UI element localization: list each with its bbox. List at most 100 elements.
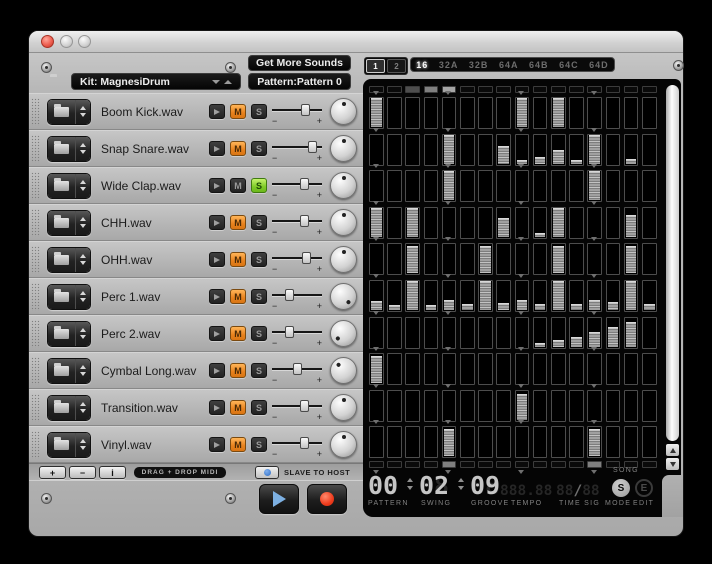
step-cell[interactable] xyxy=(496,353,511,385)
step-cell[interactable] xyxy=(606,390,621,422)
slider-thumb[interactable] xyxy=(300,400,309,412)
step-cell[interactable] xyxy=(405,426,420,458)
pattern-stepper[interactable] xyxy=(407,478,413,490)
step-cell[interactable] xyxy=(569,353,584,385)
drag-grip[interactable] xyxy=(31,394,40,422)
step-cell[interactable] xyxy=(515,97,530,129)
step-cell[interactable] xyxy=(533,426,548,458)
preview-button[interactable] xyxy=(209,178,225,193)
step-cell[interactable] xyxy=(387,390,402,422)
step-cell[interactable] xyxy=(478,207,493,239)
step-cell[interactable] xyxy=(533,353,548,385)
sample-stepper[interactable] xyxy=(75,137,90,161)
step-cell[interactable] xyxy=(496,243,511,275)
preview-button[interactable] xyxy=(209,215,225,230)
slider-thumb[interactable] xyxy=(300,178,309,190)
step-cell[interactable] xyxy=(460,134,475,166)
step-cell[interactable] xyxy=(551,97,566,129)
sample-stepper[interactable] xyxy=(75,396,90,420)
step-cell[interactable] xyxy=(387,243,402,275)
step-cell[interactable] xyxy=(369,243,384,275)
level-slider[interactable]: −+ xyxy=(272,99,322,125)
folder-button[interactable] xyxy=(48,100,75,124)
step-cell[interactable] xyxy=(642,426,657,458)
pattern-page-2[interactable]: 2 xyxy=(387,59,406,73)
step-cell[interactable] xyxy=(551,390,566,422)
slave-to-host-toggle[interactable] xyxy=(255,466,279,479)
step-cell[interactable] xyxy=(387,97,402,129)
preview-button[interactable] xyxy=(209,363,225,378)
add-track-button[interactable]: + xyxy=(39,466,66,479)
step-cell[interactable] xyxy=(478,280,493,312)
drag-grip[interactable] xyxy=(31,135,40,163)
zoom-button[interactable] xyxy=(78,35,91,48)
folder-button[interactable] xyxy=(48,174,75,198)
folder-button[interactable] xyxy=(48,285,75,309)
step-cell[interactable] xyxy=(551,317,566,349)
level-slider[interactable]: −+ xyxy=(272,210,322,236)
close-button[interactable] xyxy=(41,35,54,48)
step-cell[interactable] xyxy=(515,207,530,239)
step-cell[interactable] xyxy=(515,280,530,312)
mute-button[interactable]: M xyxy=(230,400,246,415)
step-cell[interactable] xyxy=(569,97,584,129)
step-cell[interactable] xyxy=(515,317,530,349)
step-cell[interactable] xyxy=(533,207,548,239)
step-cell[interactable] xyxy=(442,97,457,129)
step-cell[interactable] xyxy=(624,97,639,129)
step-cell[interactable] xyxy=(606,426,621,458)
solo-button[interactable]: S xyxy=(251,178,267,193)
step-cell[interactable] xyxy=(478,390,493,422)
step-cell[interactable] xyxy=(496,426,511,458)
solo-button[interactable]: S xyxy=(251,141,267,156)
pan-knob[interactable] xyxy=(330,283,357,310)
drag-grip[interactable] xyxy=(31,357,40,385)
step-cell[interactable] xyxy=(606,134,621,166)
step-cell[interactable] xyxy=(460,280,475,312)
step-cell[interactable] xyxy=(387,280,402,312)
step-cell[interactable] xyxy=(496,317,511,349)
step-cell[interactable] xyxy=(405,390,420,422)
step-cell[interactable] xyxy=(369,207,384,239)
step-cell[interactable] xyxy=(424,280,439,312)
step-cell[interactable] xyxy=(587,134,602,166)
pattern-length-16[interactable]: 16 xyxy=(416,60,428,70)
kit-select[interactable]: Kit: MagnesiDrum xyxy=(71,73,241,90)
pan-knob[interactable] xyxy=(330,246,357,273)
step-cell[interactable] xyxy=(369,390,384,422)
pan-knob[interactable] xyxy=(330,135,357,162)
step-cell[interactable] xyxy=(478,317,493,349)
step-cell[interactable] xyxy=(551,243,566,275)
level-slider[interactable]: −+ xyxy=(272,173,322,199)
solo-button[interactable]: S xyxy=(251,326,267,341)
pan-knob[interactable] xyxy=(330,431,357,458)
preview-button[interactable] xyxy=(209,437,225,452)
folder-button[interactable] xyxy=(48,248,75,272)
sample-stepper[interactable] xyxy=(75,100,90,124)
pan-knob[interactable] xyxy=(330,209,357,236)
step-cell[interactable] xyxy=(460,170,475,202)
minimize-button[interactable] xyxy=(60,35,73,48)
step-cell[interactable] xyxy=(642,134,657,166)
step-cell[interactable] xyxy=(405,243,420,275)
step-cell[interactable] xyxy=(624,390,639,422)
step-cell[interactable] xyxy=(606,97,621,129)
step-cell[interactable] xyxy=(442,207,457,239)
solo-button[interactable]: S xyxy=(251,252,267,267)
drag-grip[interactable] xyxy=(31,431,40,459)
mute-button[interactable]: M xyxy=(230,289,246,304)
step-cell[interactable] xyxy=(533,280,548,312)
step-cell[interactable] xyxy=(569,243,584,275)
mute-button[interactable]: M xyxy=(230,252,246,267)
step-cell[interactable] xyxy=(569,134,584,166)
drag-grip[interactable] xyxy=(31,246,40,274)
step-cell[interactable] xyxy=(496,97,511,129)
step-cell[interactable] xyxy=(569,170,584,202)
step-cell[interactable] xyxy=(369,426,384,458)
step-cell[interactable] xyxy=(515,353,530,385)
step-cell[interactable] xyxy=(606,353,621,385)
step-cell[interactable] xyxy=(405,353,420,385)
step-cell[interactable] xyxy=(478,353,493,385)
step-cell[interactable] xyxy=(460,426,475,458)
solo-button[interactable]: S xyxy=(251,215,267,230)
